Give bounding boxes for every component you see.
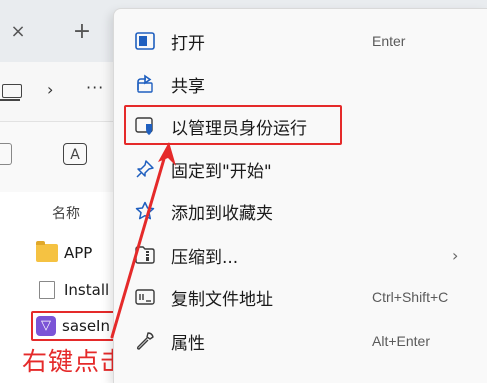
menu-item-open[interactable]: 打开 Enter bbox=[114, 21, 487, 61]
file-name: Install bbox=[64, 281, 110, 299]
context-menu: 打开 Enter 共享 以管理员身份运行 固定到"开始" 添加到收藏夹 压缩到.… bbox=[113, 8, 487, 383]
this-pc-icon[interactable] bbox=[0, 84, 22, 101]
file-highlight-box bbox=[31, 311, 117, 341]
breadcrumb-more-button[interactable]: ··· bbox=[86, 78, 104, 97]
rename-icon[interactable]: A bbox=[63, 143, 87, 165]
star-icon bbox=[134, 200, 156, 222]
chevron-right-icon: › bbox=[452, 245, 459, 265]
new-tab-icon[interactable]: + bbox=[70, 20, 94, 44]
paste-icon[interactable] bbox=[0, 143, 12, 165]
column-header-name[interactable]: 名称 bbox=[52, 203, 80, 223]
menu-item-label: 共享 bbox=[171, 76, 205, 97]
pin-icon bbox=[134, 158, 156, 180]
open-icon bbox=[134, 30, 156, 52]
menu-item-shortcut: Ctrl+Shift+C bbox=[372, 289, 449, 305]
menu-item-label: 固定到"开始" bbox=[171, 161, 272, 182]
menu-item-label: 添加到收藏夹 bbox=[171, 203, 273, 224]
menu-item-label: 复制文件地址 bbox=[171, 289, 273, 310]
menu-item-label: 压缩到... bbox=[171, 247, 239, 268]
run-as-admin-highlight-box bbox=[124, 105, 342, 145]
annotation-right-click: 右键点击 bbox=[22, 347, 127, 376]
menu-item-label: 打开 bbox=[171, 33, 205, 54]
file-name: APP bbox=[64, 244, 93, 262]
share-icon bbox=[134, 73, 156, 95]
document-icon bbox=[39, 281, 55, 299]
zip-icon bbox=[134, 244, 156, 266]
menu-item-compress-to[interactable]: 压缩到... › bbox=[114, 235, 487, 275]
menu-item-shortcut: Alt+Enter bbox=[372, 333, 430, 349]
menu-item-properties[interactable]: 属性 Alt+Enter bbox=[114, 321, 487, 361]
folder-icon bbox=[36, 241, 58, 262]
menu-item-add-to-favorites[interactable]: 添加到收藏夹 bbox=[114, 191, 487, 231]
tab-close-icon[interactable]: × bbox=[8, 22, 28, 42]
breadcrumb-chevron-icon[interactable]: › bbox=[47, 80, 53, 99]
wrench-icon bbox=[134, 330, 156, 352]
file-row-app[interactable]: APP bbox=[36, 240, 92, 266]
file-row-install[interactable]: Install bbox=[36, 277, 109, 303]
menu-item-shortcut: Enter bbox=[372, 33, 406, 49]
menu-item-pin-to-start[interactable]: 固定到"开始" bbox=[114, 149, 487, 189]
menu-item-share[interactable]: 共享 bbox=[114, 64, 487, 104]
copy-path-icon bbox=[134, 286, 156, 308]
menu-item-copy-path[interactable]: 复制文件地址 Ctrl+Shift+C bbox=[114, 277, 487, 317]
menu-item-label: 属性 bbox=[171, 333, 205, 354]
